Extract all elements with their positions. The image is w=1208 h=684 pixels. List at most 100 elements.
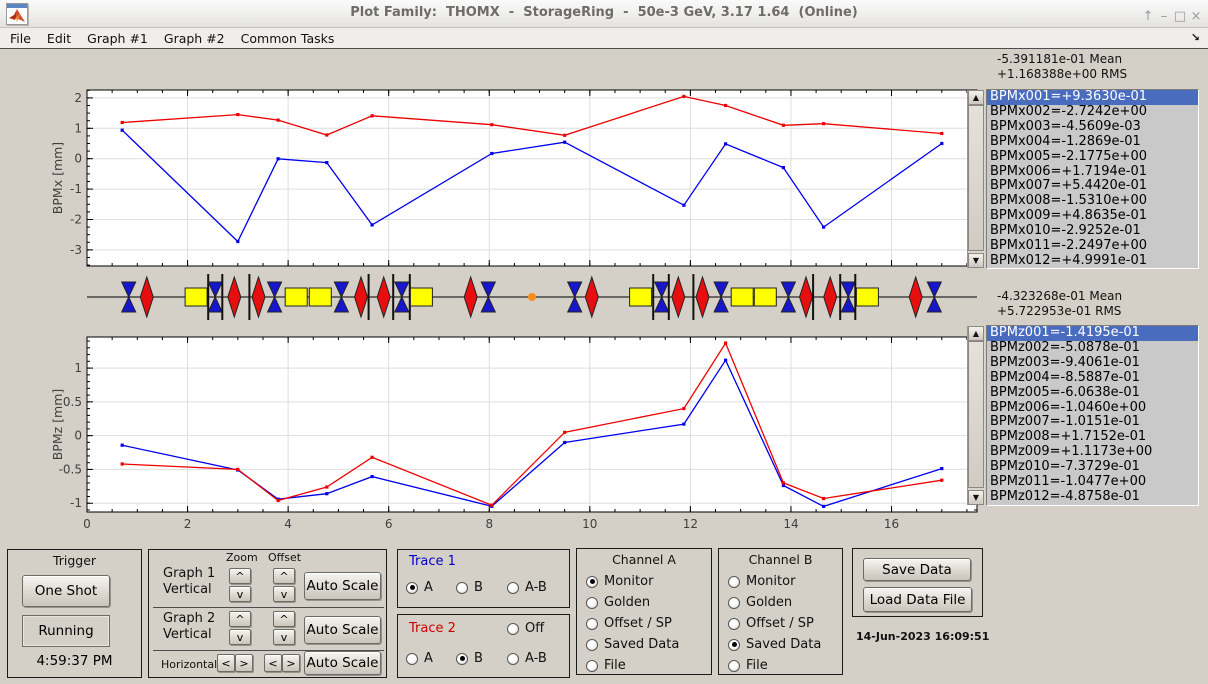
minimize-icon[interactable]: – [1156,9,1172,25]
radio-label: Golden [746,595,793,610]
radio-saved-data[interactable]: Saved Data [586,634,679,655]
scroll-up-icon[interactable]: ▲ [968,326,984,341]
list-item[interactable]: BPMx012=+4.9991e-01 [987,254,1198,268]
trace2-radio-a-b[interactable]: A-B [507,651,547,666]
graph2-offset-down-button[interactable]: v [273,629,295,645]
list-item[interactable]: BPMx006=+1.7194e-01 [987,165,1198,180]
datetime-stamp: 14-Jun-2023 16:09:51 [856,630,990,643]
trace1-radio-b[interactable]: B [456,580,483,595]
svg-text:BPMx [mm]: BPMx [mm] [50,142,65,214]
horizontal-offset-right-button[interactable]: > [282,654,300,672]
graph1-auto-scale-button[interactable]: Auto Scale [304,572,381,600]
horizontal-auto-scale-button[interactable]: Auto Scale [304,651,381,675]
list-item[interactable]: BPMz001=-1.4195e-01 [987,326,1198,341]
bpmx-listbox[interactable]: BPMx001=+9.3630e-01 BPMx002=-2.7242e+00 BP… [986,89,1199,269]
list-item[interactable]: BPMz010=-7.3729e-01 [987,460,1198,475]
list-item[interactable]: BPMz002=-5.0878e-01 [987,341,1198,356]
radio-icon [507,581,519,594]
list-item[interactable]: BPMz006=-1.0460e+00 [987,401,1198,416]
radio-icon [507,622,519,635]
graph2-offset-up-button[interactable]: ^ [273,611,295,627]
list-item[interactable]: BPMx004=-1.2869e-01 [987,135,1198,150]
scroll-down-icon[interactable]: ▼ [968,490,984,505]
radio-icon [586,596,598,609]
dock-figure-icon[interactable]: ↘ [1191,31,1200,44]
save-data-button[interactable]: Save Data [863,558,971,581]
horizontal-label: Horizontal [161,658,218,671]
horizontal-zoom-left-button[interactable]: < [217,654,235,672]
scroll-thumb[interactable] [968,105,984,251]
graph1-offset-up-button[interactable]: ^ [273,568,295,584]
list-item[interactable]: BPMx010=-2.9252e-01 [987,224,1198,239]
horizontal-offset-left-button[interactable]: < [264,654,282,672]
radio-file[interactable]: File [586,655,679,676]
radio-monitor[interactable]: Monitor [586,571,679,592]
radio-saved-data[interactable]: Saved Data [728,634,821,655]
list-item[interactable]: BPMz005=-6.0638e-01 [987,386,1198,401]
bpmz-scrollbar[interactable]: ▲ ▼ [967,326,985,505]
dipole-magnet [823,275,838,319]
list-item[interactable]: BPMx009=+4.8635e-01 [987,209,1198,224]
menu-item-file[interactable]: File [2,30,39,47]
close-icon[interactable]: × [1188,9,1204,25]
trace1-radio-a[interactable]: A [406,580,433,595]
list-item[interactable]: BPMz008=+1.7152e-01 [987,430,1198,445]
list-item[interactable]: BPMx001=+9.3630e-01 [987,90,1198,105]
bpmz-mean: -4.323268e-01 Mean [997,289,1123,303]
radio-file[interactable]: File [728,655,821,676]
radio-icon [406,581,418,594]
radio-icon [728,617,740,630]
list-item[interactable]: BPMz003=-9.4061e-01 [987,356,1198,371]
trace1-radio-a-b[interactable]: A-B [507,580,547,595]
trace2-radio-a[interactable]: A [406,651,433,666]
list-item[interactable]: BPMz012=-4.8758e-01 [987,490,1198,505]
list-item[interactable]: BPMx002=-2.7242e+00 [987,105,1198,120]
list-item[interactable]: BPMx007=+5.4420e-01 [987,179,1198,194]
list-item[interactable]: BPMz007=-1.0151e-01 [987,415,1198,430]
radio-golden[interactable]: Golden [586,592,679,613]
trace2-radio-off[interactable]: Off [507,621,544,636]
scroll-up-icon[interactable]: ▲ [968,90,984,105]
menu-item-edit[interactable]: Edit [39,30,79,47]
corrector-magnet [629,287,653,307]
window-title: Plot Family: THOMX - StorageRing - 50e-3… [350,5,858,20]
one-shot-button[interactable]: One Shot [22,575,110,607]
radio-label: A-B [525,651,547,666]
graph1-zoom-up-button[interactable]: ^ [229,568,251,584]
radio-label: B [474,580,483,595]
bpmx-scrollbar[interactable]: ▲ ▼ [967,90,985,268]
menu-item-graph-1[interactable]: Graph #1 [79,30,156,47]
radio-offset-sp[interactable]: Offset / SP [728,613,821,634]
list-item[interactable]: BPMx011=-2.2497e+00 [987,239,1198,254]
radio-monitor[interactable]: Monitor [728,571,821,592]
float-icon[interactable]: ↑ [1140,9,1156,25]
trace2-radio-b[interactable]: B [456,651,483,666]
list-item[interactable]: BPMz011=-1.0477e+00 [987,475,1198,490]
graph2-zoom-up-button[interactable]: ^ [229,611,251,627]
list-item[interactable]: BPMx005=-2.1775e+00 [987,150,1198,165]
list-item[interactable]: BPMz009=+1.1173e+00 [987,445,1198,460]
list-item[interactable]: BPMx008=-1.5310e+00 [987,194,1198,209]
channel-a-title: Channel A [612,552,676,567]
graph1-offset-down-button[interactable]: v [273,586,295,602]
horizontal-zoom-right-button[interactable]: > [235,654,253,672]
radio-offset-sp[interactable]: Offset / SP [586,613,679,634]
scroll-thumb[interactable] [968,341,984,488]
bpmz-listbox[interactable]: BPMz001=-1.4195e-01 BPMz002=-5.0878e-01 BP… [986,325,1199,506]
list-item[interactable]: BPMz004=-8.5887e-01 [987,371,1198,386]
corrector-magnet [730,287,754,307]
graph1-zoom-down-button[interactable]: v [229,586,251,602]
graph2-auto-scale-button[interactable]: Auto Scale [304,616,381,644]
menu-item-graph-2[interactable]: Graph #2 [156,30,233,47]
radio-label: Saved Data [604,637,680,652]
scroll-down-icon[interactable]: ▼ [968,253,984,268]
load-data-file-button[interactable]: Load Data File [863,587,972,612]
lattice-diagram [87,274,977,320]
graph2-zoom-down-button[interactable]: v [229,629,251,645]
radio-label: A [424,651,433,666]
radio-golden[interactable]: Golden [728,592,821,613]
list-item[interactable]: BPMx003=-4.5609e-03 [987,120,1198,135]
svg-text:2: 2 [184,517,192,531]
menu-item-common-tasks[interactable]: Common Tasks [233,30,343,47]
maximize-icon[interactable]: □ [1172,9,1188,25]
